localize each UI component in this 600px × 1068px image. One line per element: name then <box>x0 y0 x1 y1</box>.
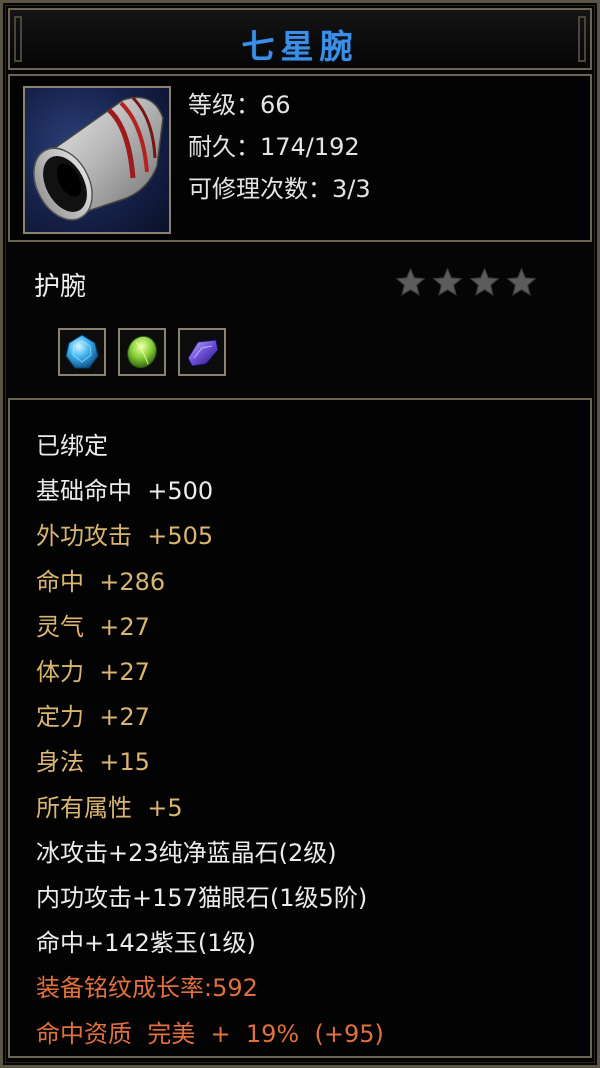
gem-bonus-ice-attack: 冰攻击+23纯净蓝晶石(2级) <box>36 838 337 867</box>
attributes-panel: 已绑定 基础命中 +500 外功攻击 +505 命中 +286 灵气 +27 体… <box>8 398 592 1058</box>
star-icon <box>469 267 500 297</box>
attribute-spirit: 灵气 +27 <box>36 612 150 641</box>
bound-status: 已绑定 <box>36 432 108 460</box>
gem-slot[interactable] <box>178 328 226 376</box>
attribute-focus: 定力 +27 <box>36 703 150 732</box>
level-stat: 等级：66 <box>188 91 291 119</box>
gem-slot[interactable] <box>118 328 166 376</box>
gem-slots <box>58 328 226 376</box>
gem-slot[interactable] <box>58 328 106 376</box>
attribute-list: 已绑定 基础命中 +500 外功攻击 +505 命中 +286 灵气 +27 体… <box>36 424 384 1057</box>
attribute-agility: 身法 +15 <box>36 748 150 777</box>
gem-bonus-internal-attack: 内功攻击+157猫眼石(1级5阶) <box>36 884 368 913</box>
item-type: 护腕 <box>34 272 87 302</box>
blue-crystal-gem-icon <box>65 334 99 369</box>
item-header-panel: 等级：66 耐久：174/192 可修理次数：3/3 <box>8 74 592 242</box>
star-rating <box>394 266 538 299</box>
title-bar: 七星腕 <box>8 8 592 70</box>
repair-count-stat: 可修理次数：3/3 <box>188 175 371 203</box>
hit-aptitude: 命中资质 完美 + 19% (+95) <box>36 1019 384 1048</box>
gem-bonus-hit: 命中+142紫玉(1级) <box>36 929 256 958</box>
star-icon <box>506 267 537 297</box>
green-cat-eye-gem-icon <box>127 335 157 369</box>
durability-stat: 耐久：174/192 <box>188 133 360 161</box>
star-icon <box>432 267 463 297</box>
star-icon <box>395 267 426 297</box>
attribute-stamina: 体力 +27 <box>36 658 150 687</box>
attribute-base-hit: 基础命中 +500 <box>36 477 214 506</box>
item-tooltip: 七星腕 等级：66 耐久：174/192 可修理次数：3/3 护腕 已绑定 基础… <box>0 0 600 1068</box>
attribute-all-stats: 所有属性 +5 <box>36 793 183 822</box>
purple-jade-gem-icon <box>187 339 219 367</box>
item-stats: 等级：66 耐久：174/192 可修理次数：3/3 <box>188 84 371 210</box>
attribute-external-attack: 外功攻击 +505 <box>36 522 214 551</box>
inscription-growth-rate: 装备铭纹成长率:592 <box>36 974 258 1003</box>
attribute-hit: 命中 +286 <box>36 567 166 596</box>
bracer-icon <box>23 86 171 234</box>
item-name: 七星腕 <box>241 27 359 66</box>
